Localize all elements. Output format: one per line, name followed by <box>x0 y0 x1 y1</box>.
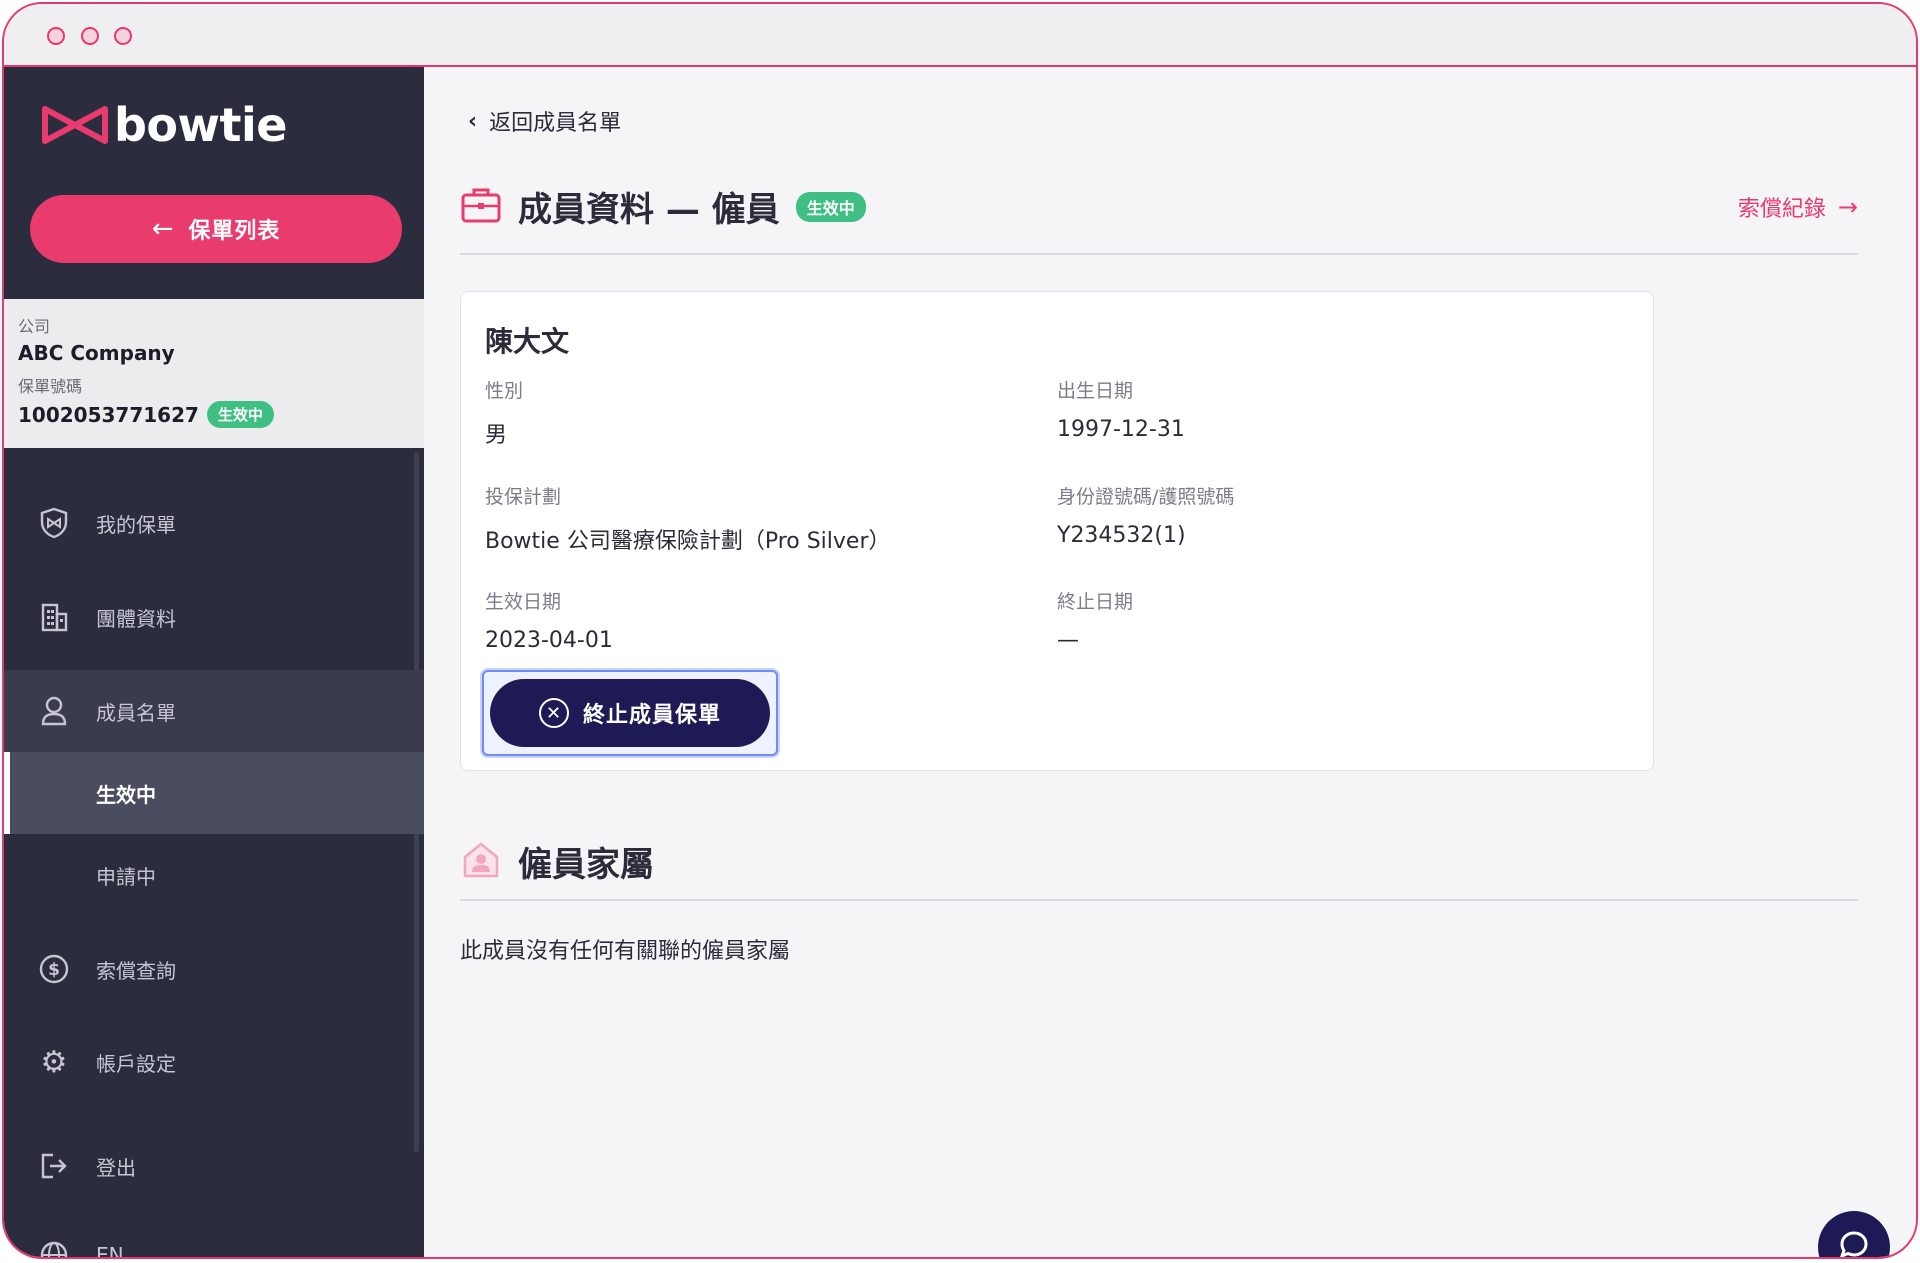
sidebar-item-label: 成員名單 <box>96 700 176 725</box>
sidebar-item-language[interactable]: EN <box>4 1215 414 1259</box>
globe-icon <box>38 1239 70 1257</box>
no-dependents-message: 此成員沒有任何有關聯的僱員家屬 <box>460 939 791 964</box>
building-icon <box>38 601 70 633</box>
member-status-badge: 生效中 <box>795 191 866 222</box>
sidebar-item-label: 帳戶設定 <box>96 1051 176 1076</box>
effective-date-label: 生效日期 <box>485 591 562 613</box>
page-title: 成員資料 — 僱員 <box>518 190 780 230</box>
id-label: 身份證號碼/護照號碼 <box>1057 486 1235 508</box>
claims-history-link[interactable]: 索償紀錄 → <box>1738 191 1858 223</box>
terminate-button-focus-ring: ✕ 終止成員保單 <box>482 670 778 756</box>
divider <box>460 253 1858 255</box>
logo-text: bowtie <box>114 98 287 152</box>
policy-status-badge: 生效中 <box>206 401 274 428</box>
main-content: ‹ 返回成員名單 成員資料 — 僱員 生效中 索償紀錄 → 陳大文 性別 男 出… <box>424 67 1916 1257</box>
terminate-member-policy-button[interactable]: ✕ 終止成員保單 <box>490 679 770 747</box>
plan-value: Bowtie 公司醫療保險計劃（Pro Silver） <box>485 529 891 554</box>
policy-list-button[interactable]: ← 保單列表 <box>30 195 402 263</box>
sidebar-subitem-active[interactable]: 生效中 <box>4 752 424 834</box>
dependents-title: 僱員家屬 <box>518 845 654 885</box>
bowtie-logo[interactable]: bowtie <box>40 97 287 153</box>
end-date-value: — <box>1057 628 1079 653</box>
chat-button[interactable] <box>1818 1211 1890 1257</box>
id-value: Y234532(1) <box>1057 523 1186 548</box>
dollar-icon: $ <box>38 953 70 985</box>
window-minimize-dot[interactable] <box>81 27 99 45</box>
window-titlebar <box>4 4 1916 67</box>
company-name: ABC Company <box>18 341 175 365</box>
arrow-right-icon: → <box>1837 193 1858 221</box>
claims-link-label: 索償紀錄 <box>1737 197 1826 222</box>
back-to-member-list-link[interactable]: ‹ 返回成員名單 <box>468 105 621 137</box>
dob-value: 1997-12-31 <box>1057 417 1185 442</box>
sidebar-item-label: 我的保單 <box>96 512 176 537</box>
end-date-label: 終止日期 <box>1057 591 1134 613</box>
plan-label: 投保計劃 <box>485 486 562 508</box>
window-maximize-dot[interactable] <box>114 27 132 45</box>
dependents-section-header: 僱員家屬 <box>460 837 654 886</box>
sidebar-item-member-list[interactable]: 成員名單 <box>4 670 424 752</box>
dob-label: 出生日期 <box>1057 380 1134 402</box>
svg-text:$: $ <box>48 960 60 980</box>
close-circle-icon: ✕ <box>538 698 569 728</box>
member-section-header: 成員資料 — 僱員 生效中 <box>460 182 866 231</box>
logout-icon <box>38 1150 70 1182</box>
sidebar-item-account-settings[interactable]: ⚙ 帳戶設定 <box>4 1022 414 1102</box>
arrow-left-icon: ← <box>151 214 175 244</box>
chevron-left-icon: ‹ <box>468 108 478 134</box>
gender-label: 性別 <box>485 380 524 402</box>
back-link-label: 返回成員名單 <box>489 111 622 136</box>
bowtie-logo-icon <box>42 106 108 144</box>
sidebar-item-my-policy[interactable]: 我的保單 <box>4 483 414 563</box>
divider <box>460 899 1858 901</box>
sidebar-item-group-info[interactable]: 團體資料 <box>4 577 414 657</box>
chat-bubble-icon <box>1840 1231 1868 1257</box>
sidebar-item-label: 登出 <box>96 1155 136 1180</box>
shield-icon <box>38 507 70 539</box>
app-window: bowtie ← 保單列表 公司 ABC Company 保單號碼 100205… <box>2 2 1918 1259</box>
effective-date-value: 2023-04-01 <box>485 628 613 653</box>
member-name: 陳大文 <box>485 325 570 358</box>
window-close-dot[interactable] <box>47 27 65 45</box>
house-user-icon <box>460 839 502 885</box>
user-icon <box>38 695 70 727</box>
sidebar-item-label: EN <box>96 1243 124 1259</box>
sidebar: bowtie ← 保單列表 公司 ABC Company 保單號碼 100205… <box>4 67 424 1259</box>
member-detail-card: 陳大文 性別 男 出生日期 1997-12-31 投保計劃 Bowtie 公司醫… <box>460 291 1654 771</box>
company-label: 公司 <box>18 317 51 336</box>
sidebar-item-label: 團體資料 <box>96 606 176 631</box>
briefcase-icon <box>460 185 502 229</box>
sidebar-item-label: 索償查詢 <box>96 958 176 983</box>
sidebar-subitem-label: 生效中 <box>96 782 156 807</box>
sidebar-subitem-label: 申請中 <box>96 864 156 889</box>
sidebar-item-logout[interactable]: 登出 <box>4 1126 414 1206</box>
sidebar-item-claims[interactable]: $ 索償查詢 <box>4 929 414 1009</box>
gear-icon: ⚙ <box>40 1044 68 1080</box>
policy-number: 1002053771627 <box>18 402 199 427</box>
policy-number-label: 保單號碼 <box>18 377 83 396</box>
gender-value: 男 <box>485 423 508 448</box>
terminate-button-label: 終止成員保單 <box>582 703 721 728</box>
sidebar-subitem-pending[interactable]: 申請中 <box>4 834 424 916</box>
company-info: 公司 ABC Company 保單號碼 1002053771627 生效中 <box>4 299 424 448</box>
policy-list-label: 保單列表 <box>188 219 281 244</box>
